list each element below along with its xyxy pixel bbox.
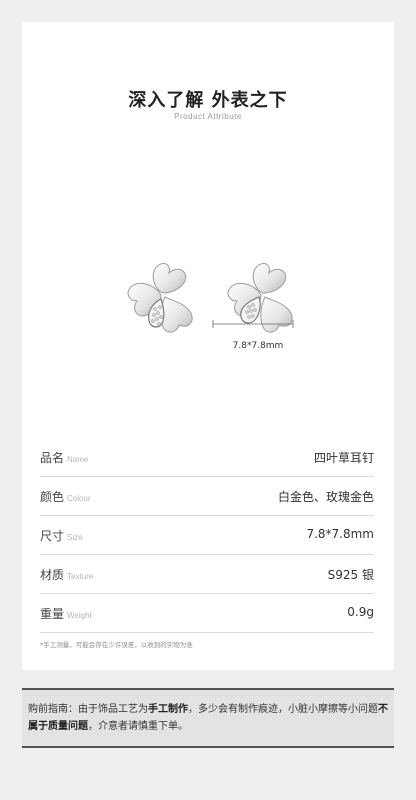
product-attribute-card: 深入了解 外表之下 Product Attribute 7.8*7.8mm 品名… xyxy=(22,22,394,670)
spec-row-weight: 重量 Weight 0.9g xyxy=(40,594,374,633)
spec-table: 品名 Name 四叶草耳钉 颜色 Colour 白金色、玫瑰金色 尺寸 Size 7.… xyxy=(40,438,374,633)
spec-label: 材质 Texture xyxy=(40,568,94,582)
dimension-label: 7.8*7.8mm xyxy=(232,341,284,351)
dimension-marker xyxy=(212,320,294,328)
spec-value: 四叶草耳钉 xyxy=(313,451,374,465)
spec-label: 品名 Name xyxy=(40,451,89,465)
spec-value: 0.9g xyxy=(347,605,374,619)
spec-value: 7.8*7.8mm xyxy=(306,527,374,541)
spec-value: 白金色、玫瑰金色 xyxy=(277,490,374,504)
purchase-notice: 购前指南：由于饰品工艺为手工制作，多少会有制作痕迹，小脏小摩擦等小问题不属于质量… xyxy=(22,688,394,748)
earring-left xyxy=(127,262,193,333)
section-title: 深入了解 外表之下 xyxy=(128,90,288,111)
spec-label: 颜色 Colour xyxy=(40,490,91,504)
spec-row-name: 品名 Name 四叶草耳钉 xyxy=(40,438,374,477)
section-subtitle: Product Attribute xyxy=(174,112,242,121)
spec-value: S925 银 xyxy=(327,568,374,582)
spec-label: 尺寸 Size xyxy=(40,529,83,543)
spec-row-colour: 颜色 Colour 白金色、玫瑰金色 xyxy=(40,477,374,516)
spec-row-texture: 材质 Texture S925 银 xyxy=(40,555,374,594)
spec-row-size: 尺寸 Size 7.8*7.8mm xyxy=(40,516,374,555)
spec-label: 重量 Weight xyxy=(40,607,92,621)
measurement-footnote: *手工测量，可能会存在少许误差，以收到的实物为准 xyxy=(40,641,193,649)
